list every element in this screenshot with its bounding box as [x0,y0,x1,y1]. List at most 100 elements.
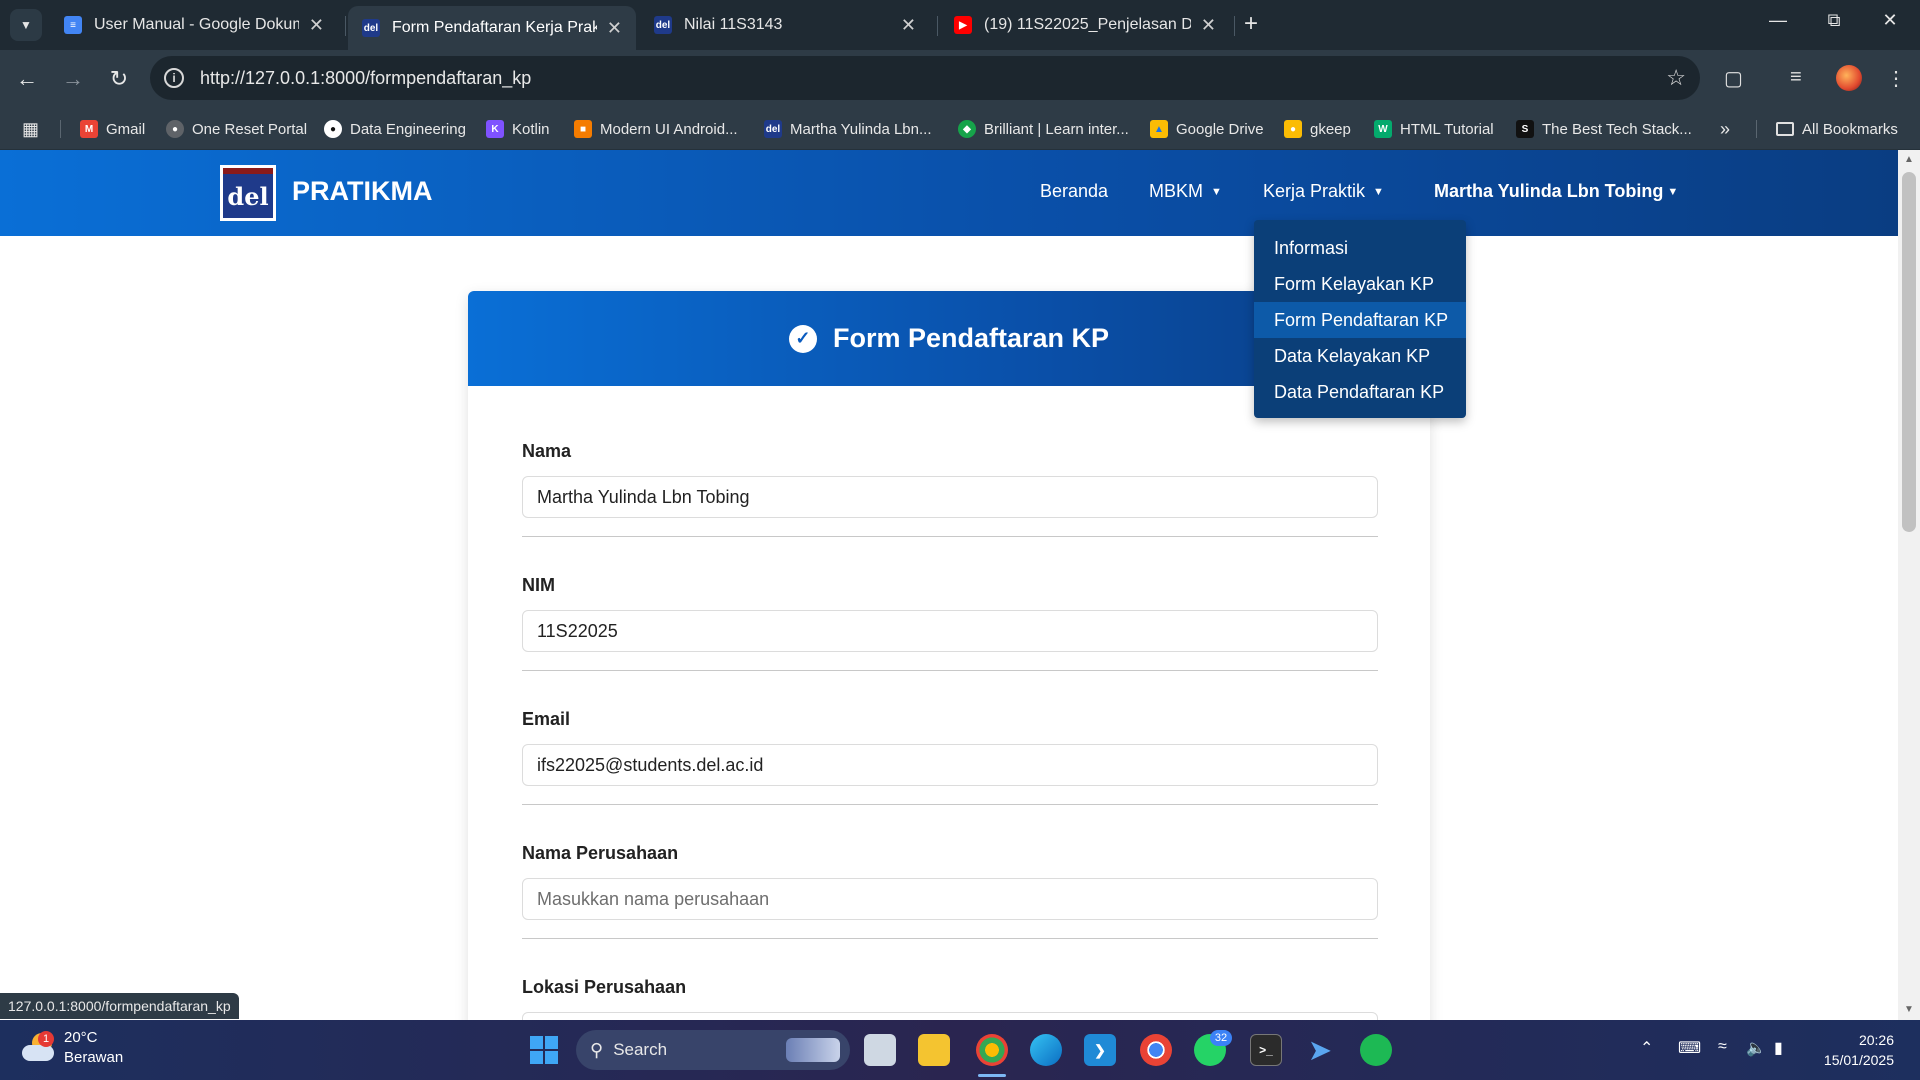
star-icon[interactable]: ☆ [1666,65,1686,91]
chrome-dev-icon[interactable] [976,1034,1008,1066]
scrollbar-thumb[interactable] [1902,172,1916,532]
nav-mbkm[interactable]: MBKM ▼ [1149,181,1222,202]
youtube-icon: ▶ [954,16,972,34]
field-lokasi-perusahaan: Lokasi Perusahaan [522,977,1378,1020]
close-icon[interactable]: ✕ [1201,15,1216,36]
del-logo[interactable]: del [220,165,276,221]
close-icon[interactable]: ✕ [309,15,324,36]
info-icon[interactable]: i [164,68,184,88]
restore-button[interactable]: ⧉ [1814,10,1854,31]
media-control-icon[interactable]: ≡ [1790,66,1802,89]
scroll-up-icon[interactable]: ▲ [1904,154,1914,165]
chrome-icon[interactable] [1140,1034,1172,1066]
reload-button[interactable]: ↻ [104,64,134,94]
search-highlight-icon [786,1038,840,1062]
whatsapp-badge: 32 [1210,1030,1232,1046]
battery-icon[interactable]: ▮ [1774,1038,1783,1058]
menu-item-data-pendaftaran[interactable]: Data Pendaftaran KP [1254,374,1466,410]
bookmarks-bar: ▦ M Gmail ● One Reset Portal ● Data Enginee… [0,108,1920,150]
field-label: Lokasi Perusahaan [522,977,687,997]
bookmark-data-engineering[interactable]: ● Data Engineering [324,117,466,141]
tab-title: (19) 11S22025_Penjelasan Demo [984,16,1191,33]
caret-down-icon: ▼ [1373,186,1384,198]
tab-search-button[interactable]: ▼ [10,9,42,41]
tech-icon: S [1516,120,1534,138]
nama-perusahaan-input[interactable]: Masukkan nama perusahaan [522,878,1378,920]
dbeaver-icon[interactable]: ➤ [1304,1034,1336,1066]
windows-start-icon[interactable] [528,1034,560,1066]
page-scrollbar[interactable]: ▲ ▼ [1898,150,1920,1020]
taskbar-search[interactable]: ⚲ Search [576,1030,850,1070]
more-menu-icon[interactable]: ⋮ [1886,66,1906,91]
vscode-icon[interactable]: ❯ [1084,1034,1116,1066]
more-bookmarks-icon[interactable]: » [1720,117,1730,141]
lokasi-perusahaan-input[interactable] [522,1012,1378,1020]
email-input[interactable]: ifs22025@students.del.ac.id [522,744,1378,786]
nama-input[interactable]: Martha Yulinda Lbn Tobing [522,476,1378,518]
weather-widget[interactable]: 1 20°C Berawan [22,1028,123,1068]
menu-item-data-kelayakan[interactable]: Data Kelayakan KP [1254,338,1466,374]
file-explorer-icon[interactable] [918,1034,950,1066]
tray-chevron-up-icon[interactable]: ⌃ [1640,1038,1653,1058]
docs-icon: ≡ [64,16,82,34]
close-icon[interactable]: ✕ [901,15,916,36]
tab-separator [1234,16,1235,36]
new-tab-button[interactable]: + [1244,10,1258,38]
back-button[interactable]: ← [12,64,42,94]
nav-user-menu[interactable]: Martha Yulinda Lbn Tobing ▼ [1434,181,1678,202]
address-bar[interactable]: i http://127.0.0.1:8000/formpendaftaran_… [150,56,1700,100]
bookmark-kotlin[interactable]: K Kotlin [486,117,550,141]
nav-beranda[interactable]: Beranda [1040,181,1108,202]
tab-user-manual[interactable]: ≡ User Manual - Google Dokumen ✕ [50,8,338,42]
weather-cloud-icon: 1 [22,1031,56,1063]
bookmark-modern-ui[interactable]: ■ Modern UI Android... [574,117,738,141]
logo-text: del [223,168,273,218]
profile-avatar[interactable] [1836,65,1862,91]
all-bookmarks-button[interactable]: All Bookmarks [1776,117,1898,141]
tab-youtube[interactable]: ▶ (19) 11S22025_Penjelasan Demo ✕ [940,8,1230,42]
keyboard-icon[interactable]: ⌨ [1678,1038,1701,1058]
bookmark-gmail[interactable]: M Gmail [80,117,145,141]
system-clock[interactable]: 20:26 15/01/2025 [1814,1030,1894,1070]
wifi-icon[interactable]: ≈ [1718,1038,1727,1056]
bookmark-google-drive[interactable]: ▲ Google Drive [1150,117,1264,141]
menu-item-informasi[interactable]: Informasi [1254,230,1466,266]
folder-icon [1776,122,1794,136]
bookmark-label: HTML Tutorial [1400,120,1494,138]
nav-label: Kerja Praktik [1263,181,1366,201]
tab-separator [345,16,346,36]
tab-form-pendaftaran[interactable]: del Form Pendaftaran Kerja Praktik ✕ [348,6,636,50]
menu-item-form-pendaftaran[interactable]: Form Pendaftaran KP [1254,302,1466,338]
apps-icon[interactable]: ▦ [22,117,39,141]
menu-item-form-kelayakan[interactable]: Form Kelayakan KP [1254,266,1466,302]
bookmark-divider [1756,120,1757,138]
edge-icon[interactable] [1030,1034,1062,1066]
terminal-icon[interactable]: >_ [1250,1034,1282,1066]
drive-icon: ▲ [1150,120,1168,138]
brand-name[interactable]: PRATIKMA [292,176,432,207]
field-divider [522,938,1378,939]
bookmark-tech-stack[interactable]: S The Best Tech Stack... [1516,117,1692,141]
tab-nilai[interactable]: del Nilai 11S3143 ✕ [640,8,930,42]
nim-input[interactable]: 11S22025 [522,610,1378,652]
close-window-button[interactable]: ✕ [1870,10,1910,31]
field-nama-perusahaan: Nama Perusahaan Masukkan nama perusahaan [522,843,1378,939]
bookmark-gkeep[interactable]: ● gkeep [1284,117,1351,141]
bookmark-one-reset[interactable]: ● One Reset Portal [166,117,307,141]
spotify-icon[interactable] [1360,1034,1392,1066]
extensions-icon[interactable]: ▢ [1724,66,1743,91]
chevron-down-icon: ▼ [20,18,32,32]
bookmark-html-tutorial[interactable]: W HTML Tutorial [1374,117,1494,141]
close-icon[interactable]: ✕ [607,18,622,39]
bookmark-martha[interactable]: del Martha Yulinda Lbn... [764,117,932,141]
nav-kerja-praktik[interactable]: Kerja Praktik ▼ [1263,181,1384,202]
scroll-down-icon[interactable]: ▼ [1904,1004,1914,1015]
minimize-button[interactable]: — [1758,10,1798,31]
forward-button[interactable]: → [58,64,88,94]
bookmark-brilliant[interactable]: ◆ Brilliant | Learn inter... [958,117,1129,141]
bookmark-label: Data Engineering [350,120,466,138]
bookmark-label: Gmail [106,120,146,138]
volume-icon[interactable]: 🔈 [1746,1038,1766,1058]
task-view-icon[interactable] [864,1034,896,1066]
field-divider [522,804,1378,805]
